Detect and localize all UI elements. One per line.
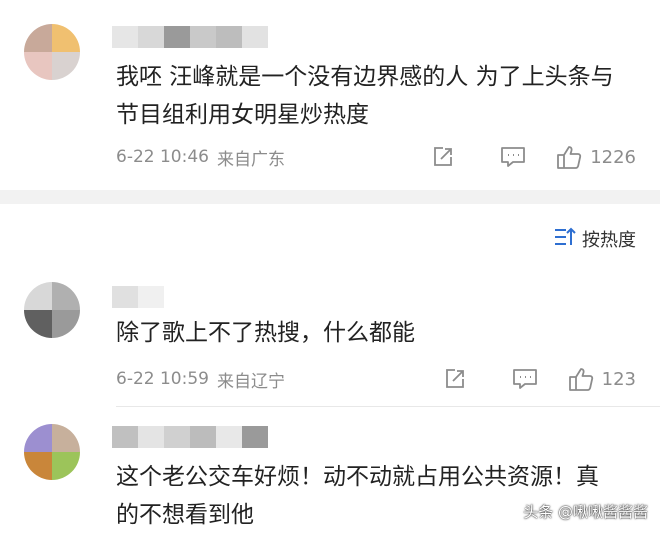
username-pixelated[interactable] bbox=[112, 286, 164, 308]
section-separator bbox=[0, 190, 660, 204]
comment-location: 来自广东 bbox=[216, 149, 285, 170]
like-icon[interactable] bbox=[556, 144, 582, 170]
username-pixelated[interactable] bbox=[112, 26, 268, 48]
comment-text: 这个老公交车好烦！动不动就占用公共资源！真的不想看到他 bbox=[116, 464, 599, 528]
sort-icon bbox=[554, 227, 576, 252]
comment-meta: 6-22 10:59 来自辽宁 123 bbox=[116, 364, 660, 394]
comment-time: 6-22 10:46 bbox=[116, 147, 209, 167]
comment-text: 我呸 汪峰就是一个没有边界感的人 为了上头条与节目组利用女明星炒热度 bbox=[116, 64, 614, 128]
comment-icon[interactable] bbox=[510, 367, 540, 391]
sort-toggle[interactable]: 按热度 bbox=[554, 227, 636, 252]
comment-text: 除了歌上不了热搜，什么都能 bbox=[116, 320, 415, 346]
avatar[interactable] bbox=[24, 24, 80, 80]
avatar[interactable] bbox=[24, 424, 80, 480]
like-icon[interactable] bbox=[568, 366, 594, 392]
comment-location: 来自辽宁 bbox=[216, 371, 285, 392]
comment-meta: 6-22 10:46 来自广东 1226 bbox=[116, 142, 660, 172]
watermark: 头条 @啾啾酱酱酱 bbox=[523, 503, 648, 521]
comment-time: 6-22 10:59 bbox=[116, 369, 209, 389]
comment-divider bbox=[116, 406, 660, 407]
comment-icon[interactable] bbox=[498, 145, 528, 169]
like-count: 1226 bbox=[590, 146, 636, 168]
share-icon[interactable] bbox=[428, 145, 458, 169]
username-pixelated[interactable] bbox=[112, 426, 268, 448]
like-count: 123 bbox=[601, 368, 636, 390]
avatar[interactable] bbox=[24, 282, 80, 338]
share-icon[interactable] bbox=[440, 367, 470, 391]
sort-label: 按热度 bbox=[582, 230, 636, 251]
